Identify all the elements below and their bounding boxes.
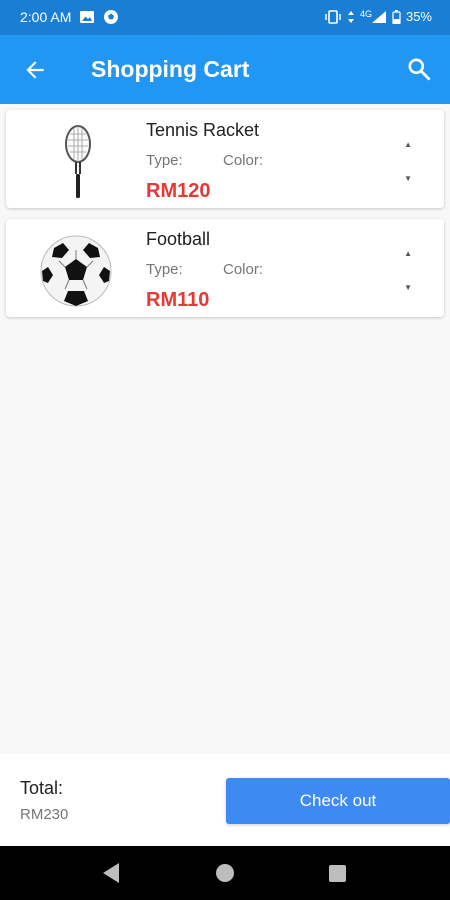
status-bar: 2:00 AM 4G 35% <box>0 0 450 35</box>
decrease-quantity-icon[interactable]: ▼ <box>404 174 412 183</box>
item-name: Football <box>146 229 211 249</box>
increase-quantity-icon[interactable]: ▲ <box>404 140 412 149</box>
app-bar: Shopping Cart <box>0 35 450 104</box>
item-color-label: Color: <box>223 261 264 278</box>
checkout-bar: Total: RM230 Check out <box>0 754 450 846</box>
nav-recents-icon[interactable] <box>329 865 346 882</box>
back-arrow-icon[interactable] <box>22 57 48 83</box>
data-transfer-icon <box>347 10 354 23</box>
cart-item[interactable]: Tennis Racket Type: Color: RM120 ▲ ▼ <box>6 110 444 208</box>
cart-list: Tennis Racket Type: Color: RM120 ▲ ▼ Foo… <box>0 104 450 754</box>
item-type-label: Type: <box>146 261 183 278</box>
signal-icon <box>371 10 386 23</box>
total-value: RM230 <box>20 806 69 823</box>
decrease-quantity-icon[interactable]: ▼ <box>404 283 412 292</box>
item-price: RM110 <box>146 289 210 311</box>
page-title: Shopping Cart <box>91 56 250 82</box>
nav-home-icon[interactable] <box>216 864 234 882</box>
cart-item[interactable]: Football Type: Color: RM110 ▲ ▼ <box>6 219 444 317</box>
vibrate-icon <box>325 9 341 24</box>
nav-back-icon[interactable] <box>101 862 121 884</box>
search-icon[interactable] <box>406 56 432 82</box>
football-icon <box>40 235 112 307</box>
battery-level: 35% <box>405 9 432 24</box>
total-label: Total: <box>20 778 64 798</box>
status-time: 2:00 AM <box>20 9 72 25</box>
tennis-racket-icon <box>65 125 91 198</box>
item-color-label: Color: <box>223 152 264 169</box>
soccer-ball-icon <box>104 10 119 24</box>
item-name: Tennis Racket <box>146 120 260 140</box>
checkout-button[interactable]: Check out <box>226 778 450 824</box>
item-price: RM120 <box>146 180 211 202</box>
item-type-label: Type: <box>146 152 183 169</box>
battery-icon <box>392 9 401 24</box>
system-navigation-bar <box>0 846 450 900</box>
image-icon <box>80 11 95 23</box>
increase-quantity-icon[interactable]: ▲ <box>404 249 412 258</box>
